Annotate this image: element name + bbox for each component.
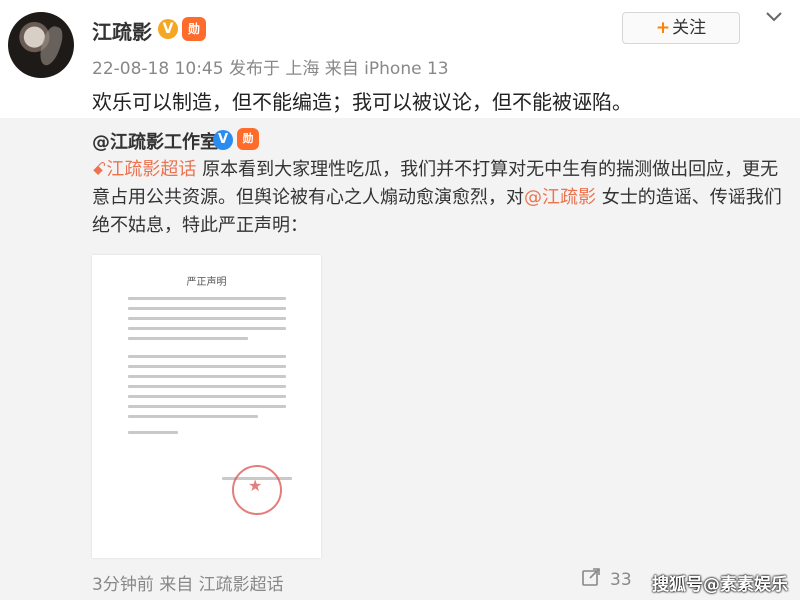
doc-text-line	[128, 431, 178, 434]
doc-text-line	[128, 415, 258, 418]
post-meta: 22-08-18 10:45 发布于 上海 来自 iPhone 13	[92, 59, 449, 79]
supertopic-link[interactable]: 江疏影超话	[106, 159, 196, 180]
post-text: 欢乐可以制造，但不能编造；我可以被议论，但不能被诬陷。	[92, 90, 632, 114]
doc-text-line	[128, 337, 248, 340]
watermark: 搜狐号@素素娱乐	[652, 575, 788, 595]
avatar[interactable]	[8, 12, 74, 78]
mention-link[interactable]: @江疏影	[524, 187, 596, 208]
doc-text-line	[128, 395, 286, 398]
supertopic-icon[interactable]: ꗃ	[92, 159, 106, 180]
retweet-text: ꗃ江疏影超话 原本看到大家理性吃瓜，我们并不打算对无中生有的揣测做出回应，更无意…	[92, 156, 788, 240]
doc-text-line	[128, 405, 286, 408]
doc-text-line	[128, 317, 286, 320]
doc-text-line	[128, 297, 286, 300]
verified-badge-icon: V	[158, 19, 178, 39]
official-seal	[232, 465, 282, 515]
medal-badge-icon: 勋	[182, 17, 206, 41]
doc-text-line	[128, 327, 286, 330]
doc-text-line	[128, 365, 286, 368]
follow-button[interactable]: + 关注	[622, 12, 740, 44]
retweet-verified-icon: V	[213, 130, 233, 150]
footer-time-source: 3分钟前 来自 江疏影超话	[92, 575, 284, 595]
doc-text-line	[128, 385, 286, 388]
username[interactable]: 江疏影	[92, 16, 152, 45]
retweet-medal-icon: 勋	[237, 128, 259, 150]
doc-text-line	[128, 307, 286, 310]
share-count: 33	[610, 570, 632, 590]
statement-image[interactable]: 严正声明	[92, 255, 321, 558]
plus-icon: +	[655, 18, 671, 38]
follow-label: 关注	[672, 18, 707, 38]
chevron-down-icon[interactable]	[764, 10, 784, 24]
retweet-author-link[interactable]: @江疏影工作室	[92, 128, 218, 154]
doc-text-line	[128, 355, 286, 358]
doc-text-line	[128, 375, 286, 378]
statement-title: 严正声明	[186, 277, 227, 288]
share-icon[interactable]	[580, 566, 602, 588]
